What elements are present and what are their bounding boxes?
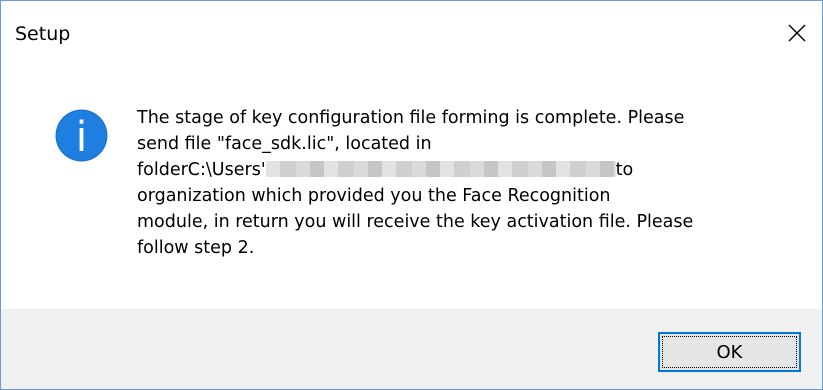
information-icon <box>55 109 108 162</box>
message-line: module, in return you will receive the k… <box>137 212 694 232</box>
message-line: organization which provided you the Face… <box>137 186 611 206</box>
message-line: follow step 2. <box>137 238 255 258</box>
ok-button-label: OK <box>716 341 743 363</box>
message-line-path: folderC:\Users' to <box>137 157 787 183</box>
dialog-content: The stage of key configuration file form… <box>1 65 822 309</box>
ok-button[interactable]: OK <box>658 332 801 372</box>
message-line: send file "face_sdk.lic", located in <box>137 134 432 154</box>
title-bar[interactable]: Setup <box>1 1 822 65</box>
dialog-message: The stage of key configuration file form… <box>137 105 787 261</box>
message-line: The stage of key configuration file form… <box>137 108 685 128</box>
path-suffix: to <box>615 160 634 180</box>
close-icon <box>788 24 806 42</box>
path-prefix: folderC:\Users' <box>137 160 266 180</box>
close-button[interactable] <box>772 1 822 65</box>
redacted-path <box>265 161 616 177</box>
setup-dialog: Setup The stage of key configuration fil… <box>0 0 823 390</box>
button-bar: OK <box>1 309 822 389</box>
window-title: Setup <box>15 23 71 45</box>
